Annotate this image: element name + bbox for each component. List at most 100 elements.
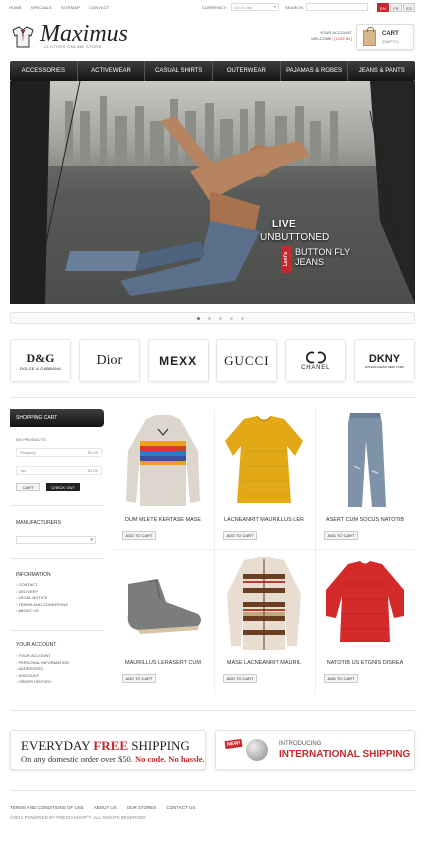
hero-slider[interactable]: Live Unbuttoned Levi's Button Fly Jeans: [10, 81, 415, 304]
cart-empty-text: No products: [16, 437, 46, 442]
nav-accessories[interactable]: Accessories: [10, 61, 78, 81]
manufacturers-heading: Manufacturers: [16, 520, 62, 526]
currency-select[interactable]: US Dollar: [231, 3, 279, 11]
brand-mexx[interactable]: MEXX: [147, 339, 209, 382]
brand-gucci[interactable]: GUCCI: [216, 339, 278, 382]
manufacturers-select[interactable]: [16, 536, 96, 544]
brand-dkny-main: DKNY: [368, 352, 401, 365]
checkout-button[interactable]: Check out: [46, 483, 80, 491]
add-to-cart-button[interactable]: Add to cart: [122, 674, 156, 683]
footer-link-terms[interactable]: Terms and conditions of use: [10, 805, 84, 810]
free-shipping-title: Everyday Free Shipping: [21, 738, 190, 754]
slider-dot[interactable]: [208, 317, 211, 320]
intl-small-text: Introducing: [279, 741, 322, 747]
lang-en-button[interactable]: EN: [377, 3, 389, 12]
product-name[interactable]: Maurillus lerasert cum: [113, 660, 213, 666]
ship-word-a: Everyday: [21, 738, 91, 753]
account-link-history[interactable]: Order history: [16, 679, 69, 686]
hero-image: [10, 81, 415, 304]
logo-shirt-icon[interactable]: [10, 24, 36, 50]
top-link-contact[interactable]: Contact: [89, 5, 109, 10]
shipping-label: Shipping: [20, 450, 36, 455]
brand-dg-sub: DOLCE & GABBANA: [19, 365, 61, 371]
welcome-text: Welcome,: [311, 36, 333, 41]
sidebar-divider: [10, 630, 104, 631]
brand-dkny-sub: DONNA KARAN NEW YORK: [365, 364, 404, 369]
product-name[interactable]: Natotib us etgnis disrea: [315, 660, 415, 666]
add-to-cart-button[interactable]: Add to cart: [324, 674, 358, 683]
nav-outerwear[interactable]: Outerwear: [213, 61, 281, 81]
divider: [10, 397, 415, 398]
add-to-cart-button[interactable]: Add to cart: [122, 531, 156, 540]
logo-slogan: Clothes online store: [44, 44, 102, 49]
slider-pagination: [10, 312, 415, 324]
lang-es-button[interactable]: ES: [403, 3, 415, 12]
brand-chanel[interactable]: CHANEL: [285, 339, 347, 382]
hero-line-3b: Jeans: [295, 257, 325, 267]
shopping-cart-heading[interactable]: Shopping Cart: [10, 409, 104, 427]
product-card: Mase lacneanrit mauril Add to cart: [214, 552, 314, 694]
header-cart[interactable]: Cart (Empty): [356, 24, 414, 50]
product-image-yellow-top[interactable]: [219, 411, 309, 511]
product-image-striped-sweater[interactable]: [118, 411, 208, 511]
product-name[interactable]: Lacneanrit maurillus ler: [214, 517, 314, 523]
nav-activewear[interactable]: Activewear: [78, 61, 146, 81]
shipping-row: Shipping $1.00: [16, 448, 102, 457]
main-nav: Accessories Activewear Casual Shirts Out…: [10, 61, 415, 81]
account-box: Your account Welcome, [ Log in ]: [294, 30, 352, 42]
product-name[interactable]: Asert cum socus natotib: [315, 517, 415, 523]
slider-dot[interactable]: [230, 317, 233, 320]
product-image-striped-cardigan[interactable]: [219, 554, 309, 654]
add-to-cart-button[interactable]: Add to cart: [223, 531, 257, 540]
footer-link-stores[interactable]: Our stores: [127, 805, 157, 810]
product-image-red-sweater[interactable]: [320, 554, 410, 654]
footer-link-contact[interactable]: Contact us: [166, 805, 195, 810]
sidebar: Shopping Cart No products: [10, 409, 104, 442]
nav-pajamas-robes[interactable]: Pajamas & Robes: [281, 61, 349, 81]
add-to-cart-button[interactable]: Add to cart: [223, 674, 257, 683]
your-account-heading: Your Account: [16, 642, 57, 648]
product-image-jeans[interactable]: [320, 411, 410, 511]
brand-dior[interactable]: Dior: [78, 339, 140, 382]
globe-icon: [246, 739, 268, 761]
free-shipping-subtitle: On any domestic order over $50. No code.…: [21, 754, 205, 764]
brand-dg[interactable]: D&G DOLCE & GABBANA: [10, 339, 71, 382]
information-links: Contact Delivery Legal Notice Terms and …: [16, 582, 68, 615]
tax-row: Tax $1.00: [16, 466, 102, 475]
slider-dots: [197, 317, 244, 320]
cart-button[interactable]: Cart: [16, 483, 40, 491]
brand-dkny[interactable]: DKNY DONNA KARAN NEW YORK: [353, 339, 415, 382]
footer-link-about[interactable]: About us: [94, 805, 117, 810]
cart-title: Cart: [382, 31, 399, 37]
product-card: Dum mlete kertase mase Add to cart: [113, 409, 213, 551]
new-badge: New!: [224, 738, 243, 750]
international-shipping-banner[interactable]: New! Introducing International Shipping: [215, 730, 415, 770]
product-grid: Dum mlete kertase mase Add to cart Lacne…: [113, 409, 415, 701]
hero-line-3: Button Fly Jeans: [295, 247, 365, 267]
account-links: Your account Personal information Addres…: [16, 653, 69, 686]
slider-dot[interactable]: [241, 317, 244, 320]
login-link[interactable]: [ Log in ]: [334, 36, 352, 41]
add-to-cart-button[interactable]: Add to cart: [324, 531, 358, 540]
search-label: Search:: [285, 5, 305, 10]
product-card: Lacneanrit maurillus ler Add to cart: [214, 409, 314, 551]
slider-dot[interactable]: [197, 317, 200, 320]
free-shipping-banner[interactable]: Everyday Free Shipping On any domestic o…: [10, 730, 206, 770]
nav-casual-shirts[interactable]: Casual Shirts: [145, 61, 214, 81]
product-name[interactable]: Dum mlete kertase mase: [113, 517, 213, 523]
product-name[interactable]: Mase lacneanrit mauril: [214, 660, 314, 666]
top-link-home[interactable]: Home: [9, 5, 22, 10]
product-card: Natotib us etgnis disrea Add to cart: [315, 552, 415, 694]
slider-dot[interactable]: [219, 317, 222, 320]
ship-line-b: No code. No hassle.: [135, 754, 205, 764]
top-link-specials[interactable]: Specials: [31, 5, 52, 10]
info-link-about[interactable]: About us: [16, 608, 68, 615]
search-input[interactable]: [306, 3, 368, 11]
brand-strip: D&G DOLCE & GABBANA Dior MEXX GUCCI CHAN…: [10, 339, 415, 382]
top-link-sitemap[interactable]: Sitemap: [61, 5, 80, 10]
divider: [10, 790, 415, 791]
copyright: ©2012 Powered by PrestaShop™. All rights…: [10, 815, 146, 820]
lang-fr-button[interactable]: FR: [390, 3, 402, 12]
nav-jeans-pants[interactable]: Jeans & Pants: [348, 61, 415, 81]
product-image-grey-shoe[interactable]: [118, 554, 208, 654]
